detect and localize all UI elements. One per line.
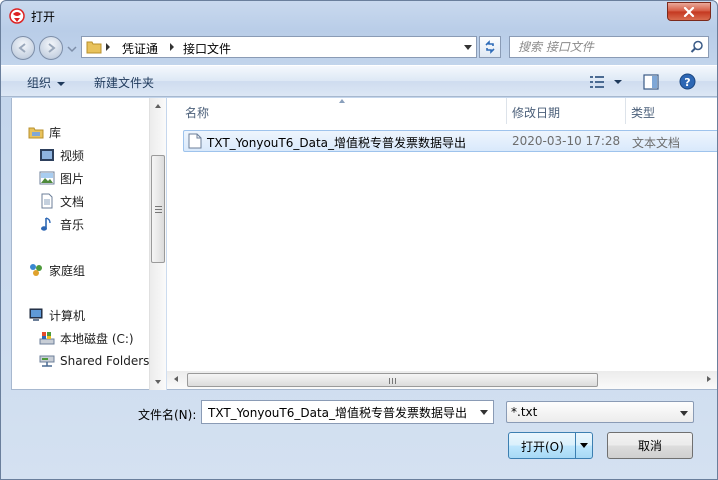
cancel-button[interactable]: 取消 [607,432,693,459]
nav-item-homegroup[interactable]: 家庭组 [28,260,85,280]
window-title: 打开 [31,10,56,24]
breadcrumb-separator [170,43,174,51]
open-options-dropdown-icon[interactable] [580,443,588,448]
filename-combobox[interactable] [201,400,494,424]
homegroup-icon [30,264,42,276]
address-row: 凭证通 接口文件 [1,31,717,63]
preview-pane-icon[interactable] [643,74,659,90]
grip-line [155,206,162,207]
view-options-icon[interactable] [589,75,605,89]
nav-item-music[interactable]: 音乐 [39,214,84,234]
network-drive-icon [39,355,55,367]
nav-item-library[interactable]: 库 [28,122,61,142]
grip-line [155,209,162,210]
drive-icon [39,332,55,345]
open-button-label: 打开(O) [521,440,564,454]
chevron-down-icon[interactable] [480,410,488,415]
organize-label: 组织 [27,76,52,90]
nav-item-shared-folders[interactable]: Shared Folders [39,351,149,371]
open-button[interactable]: 打开(O) [508,432,593,459]
organize-menu[interactable]: 组织 [27,74,66,91]
search-input[interactable] [516,39,681,55]
grip-line [155,212,162,213]
grip-line [389,378,390,384]
text-file-icon [188,133,202,149]
address-history-dropdown[interactable] [464,45,472,50]
filename-input[interactable] [206,404,468,420]
breadcrumb-separator [106,43,110,51]
video-icon [40,149,54,161]
scroll-left-icon[interactable] [174,376,178,382]
file-type-filter-value: *.txt [511,405,538,419]
file-list-pane: 名称 修改日期 类型 TXT_YonyouT6_Data_增值税专普发票数据导出… [167,98,717,390]
nav-item-video[interactable]: 视频 [39,145,84,165]
grip-line [392,378,393,384]
file-type: 文本文档 [632,136,681,150]
help-icon[interactable]: ? [679,73,696,90]
folder-icon [86,41,102,54]
file-row[interactable]: TXT_YonyouT6_Data_增值税专普发票数据导出 2020-03-10… [183,130,717,152]
close-icon [683,6,695,17]
file-list-scrollbar[interactable] [167,371,717,389]
forward-button[interactable] [39,36,63,60]
music-icon [41,217,51,231]
scroll-down-icon[interactable] [155,380,161,384]
app-logo-icon [9,8,25,24]
forward-arrow-icon [48,43,56,53]
refresh-icon [485,40,495,54]
picture-icon [39,171,55,185]
chevron-down-icon [57,81,66,86]
split-divider [575,433,576,458]
navigation-pane: 库 视频 图片 文档 音乐 家庭组 计算机 本地磁盘 (C:) Shared F… [11,98,166,390]
back-arrow-icon [18,43,26,53]
filename-label: 文件名(N): [138,408,197,422]
recent-pages-dropdown-icon[interactable] [67,44,77,54]
column-header-modified[interactable]: 修改日期 [507,98,625,124]
open-file-dialog: 打开 凭证通 接口文件 搜索 接口文件 组织 新建文件夹 ? 库 视频 图片 文… [0,0,718,480]
chevron-down-icon[interactable] [680,411,688,416]
close-button[interactable] [667,2,711,21]
file-type-filter[interactable]: *.txt [506,401,694,423]
nav-pane-scrollbar[interactable] [149,98,166,390]
file-modified: 2020-03-10 17:28 [512,134,621,148]
library-icon [28,127,44,139]
breadcrumb-item[interactable]: 凭证通 [122,40,158,57]
scroll-thumb[interactable] [151,155,165,263]
back-button[interactable] [11,36,35,60]
nav-item-pictures[interactable]: 图片 [39,168,84,188]
command-toolbar: 组织 新建文件夹 ? [1,65,717,97]
grip-line [395,378,396,384]
scroll-thumb[interactable] [187,373,598,387]
document-icon [41,193,53,209]
search-box[interactable] [509,36,709,58]
nav-item-documents[interactable]: 文档 [39,191,84,211]
scroll-right-icon[interactable] [707,376,711,382]
address-bar[interactable]: 凭证通 接口文件 [81,36,477,58]
nav-item-computer[interactable]: 计算机 [28,305,85,325]
nav-item-local-disk[interactable]: 本地磁盘 (C:) [39,328,134,348]
refresh-button[interactable] [479,36,501,58]
new-folder-button[interactable]: 新建文件夹 [94,74,154,91]
computer-icon [29,308,43,321]
breadcrumb-item[interactable]: 接口文件 [183,40,231,57]
search-icon[interactable] [690,40,704,54]
column-header-type[interactable]: 类型 [626,98,717,124]
title-bar: 打开 [1,1,717,31]
column-header-name[interactable]: 名称 [167,98,506,124]
view-dropdown-icon[interactable] [614,80,622,84]
scroll-up-icon[interactable] [155,104,161,108]
file-name: TXT_YonyouT6_Data_增值税专普发票数据导出 [207,136,467,150]
svg-text:?: ? [684,76,690,89]
